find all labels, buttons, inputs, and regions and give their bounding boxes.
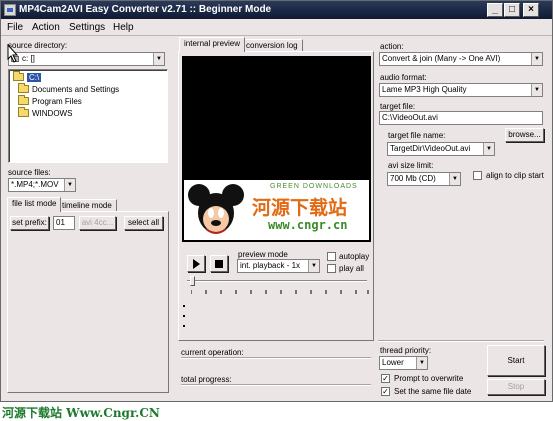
tree-item-label: C:\ xyxy=(27,73,42,82)
window-title: MP4Cam2AVI Easy Converter v2.71 :: Begin… xyxy=(19,4,272,15)
target-file-name-select[interactable]: TargetDir\VideoOut.avi ▼ xyxy=(387,142,495,156)
play-icon xyxy=(193,259,200,269)
stop-button[interactable] xyxy=(210,255,228,272)
menu-action[interactable]: Action xyxy=(32,22,60,33)
app-window: MP4Cam2AVI Easy Converter v2.71 :: Begin… xyxy=(0,0,553,402)
menu-file[interactable]: File xyxy=(7,22,23,33)
target-file-input[interactable]: C:\VideoOut.avi xyxy=(379,111,543,125)
file-list-panel xyxy=(7,211,169,393)
thread-priority-label: thread priority: xyxy=(380,346,432,355)
stop-icon xyxy=(215,260,223,268)
title-bar: MP4Cam2AVI Easy Converter v2.71 :: Begin… xyxy=(1,1,552,19)
right-divider xyxy=(378,340,544,342)
same-date-label: Set the same file date xyxy=(394,387,472,396)
avi-4cc-button[interactable]: avi 4cc... xyxy=(79,216,116,230)
target-file-name-value: TargetDir\VideoOut.avi xyxy=(390,144,471,153)
seek-track[interactable] xyxy=(187,280,367,282)
watermark-url-text: www.cngr.cn xyxy=(268,218,348,232)
start-button[interactable]: Start xyxy=(487,345,545,376)
folder-icon xyxy=(18,83,29,93)
preview-mode-select[interactable]: int. playback - 1x ▼ xyxy=(237,259,320,273)
tab-internal-preview[interactable]: internal preview xyxy=(179,37,246,52)
total-progress-bar xyxy=(181,384,371,386)
maximize-button[interactable]: □ xyxy=(504,3,520,17)
menu-settings[interactable]: Settings xyxy=(69,22,105,33)
tree-item-windows[interactable]: WINDOWS xyxy=(18,107,73,120)
folder-icon xyxy=(18,107,29,117)
chevron-down-icon: ▼ xyxy=(308,260,319,272)
status-dots xyxy=(183,305,186,335)
action-select[interactable]: Convert & join (Many -> One AVI) ▼ xyxy=(379,52,543,66)
action-value: Convert & join (Many -> One AVI) xyxy=(382,54,501,63)
tree-item-program-files[interactable]: Program Files xyxy=(18,95,82,108)
play-button[interactable] xyxy=(187,255,205,272)
audio-format-value: Lame MP3 High Quality xyxy=(382,85,467,94)
tab-file-list-mode[interactable]: file list mode xyxy=(7,197,62,212)
seek-ticks xyxy=(191,290,369,294)
prompt-overwrite-label: Prompt to overwrite xyxy=(394,374,464,383)
mouse-mascot-icon xyxy=(188,184,244,234)
watermark-top-text: GREEN DOWNLOADS xyxy=(270,183,358,190)
chevron-down-icon: ▼ xyxy=(64,179,75,191)
tree-item-label: Program Files xyxy=(32,97,82,106)
chevron-down-icon: ▼ xyxy=(531,84,542,96)
footer-watermark: 河源下载站 Www.Cngr.CN xyxy=(0,402,553,421)
watermark-cn-text: 河源下载站 xyxy=(252,197,348,219)
play-all-checkbox[interactable] xyxy=(327,264,336,273)
current-operation-bar xyxy=(181,357,371,359)
target-file-name-label: target file name: xyxy=(388,131,446,140)
align-clip-checkbox[interactable] xyxy=(473,171,482,180)
file-filter-value: *.MP4;*.MOV xyxy=(11,180,59,189)
play-all-label: play all xyxy=(339,264,364,273)
folder-open-icon xyxy=(13,71,24,81)
prompt-overwrite-checkbox[interactable]: ✓ xyxy=(381,374,390,383)
thread-priority-value: Lower xyxy=(382,358,404,367)
target-file-label: target file: xyxy=(380,102,416,111)
prefix-input[interactable]: 01 xyxy=(53,216,75,230)
tree-item-label: Documents and Settings xyxy=(32,85,120,94)
preview-mode-label: preview mode xyxy=(238,250,288,259)
drive-select[interactable]: c: [] ▼ xyxy=(8,52,165,66)
chevron-down-icon: ▼ xyxy=(449,173,460,185)
menu-bar: File Action Settings Help xyxy=(1,20,552,36)
chevron-down-icon: ▼ xyxy=(416,357,427,369)
menu-help[interactable]: Help xyxy=(113,22,134,33)
align-clip-label: align to clip start xyxy=(486,171,544,180)
close-button[interactable]: × xyxy=(523,3,539,17)
folder-icon xyxy=(18,95,29,105)
browse-button[interactable]: browse... xyxy=(505,128,544,142)
mouse-cursor-icon xyxy=(7,44,19,63)
autoplay-checkbox[interactable] xyxy=(327,252,336,261)
total-progress-label: total progress: xyxy=(181,375,232,384)
avi-size-limit-select[interactable]: 700 Mb (CD) ▼ xyxy=(387,172,461,186)
video-preview: GREEN DOWNLOADS 河源下载站 www.cngr.cn xyxy=(182,56,371,242)
app-icon xyxy=(4,4,16,16)
tree-item-documents[interactable]: Documents and Settings xyxy=(18,83,120,96)
thread-priority-select[interactable]: Lower ▼ xyxy=(379,356,428,370)
set-prefix-button[interactable]: set prefix: xyxy=(10,216,49,230)
chevron-down-icon: ▼ xyxy=(483,143,494,155)
preview-mode-value: int. playback - 1x xyxy=(240,261,301,270)
source-files-label: source files: xyxy=(8,168,51,177)
audio-format-select[interactable]: Lame MP3 High Quality ▼ xyxy=(379,83,543,97)
drive-select-value: c: [] xyxy=(22,54,35,63)
directory-tree[interactable]: C:\ Documents and Settings Program Files… xyxy=(8,69,168,163)
chevron-down-icon: ▼ xyxy=(531,53,542,65)
select-all-button[interactable]: select all xyxy=(124,216,163,230)
minimize-button[interactable]: _ xyxy=(487,3,503,17)
tree-item-label: WINDOWS xyxy=(32,109,73,118)
audio-format-label: audio format: xyxy=(380,73,427,82)
avi-size-limit-label: avi size limit: xyxy=(388,161,434,170)
seek-slider-handle[interactable] xyxy=(190,276,195,286)
same-date-checkbox[interactable]: ✓ xyxy=(381,387,390,396)
watermark-logo: GREEN DOWNLOADS 河源下载站 www.cngr.cn xyxy=(184,180,369,240)
current-operation-label: current operation: xyxy=(181,348,244,357)
action-label: action: xyxy=(380,42,404,51)
footer-watermark-text: 河源下载站 Www.Cngr.CN xyxy=(2,406,160,420)
stop-conversion-button[interactable]: Stop xyxy=(487,379,545,395)
file-filter-select[interactable]: *.MP4;*.MOV ▼ xyxy=(8,178,76,192)
autoplay-label: autoplay xyxy=(339,252,370,261)
chevron-down-icon: ▼ xyxy=(153,53,164,65)
avi-size-limit-value: 700 Mb (CD) xyxy=(390,174,436,183)
